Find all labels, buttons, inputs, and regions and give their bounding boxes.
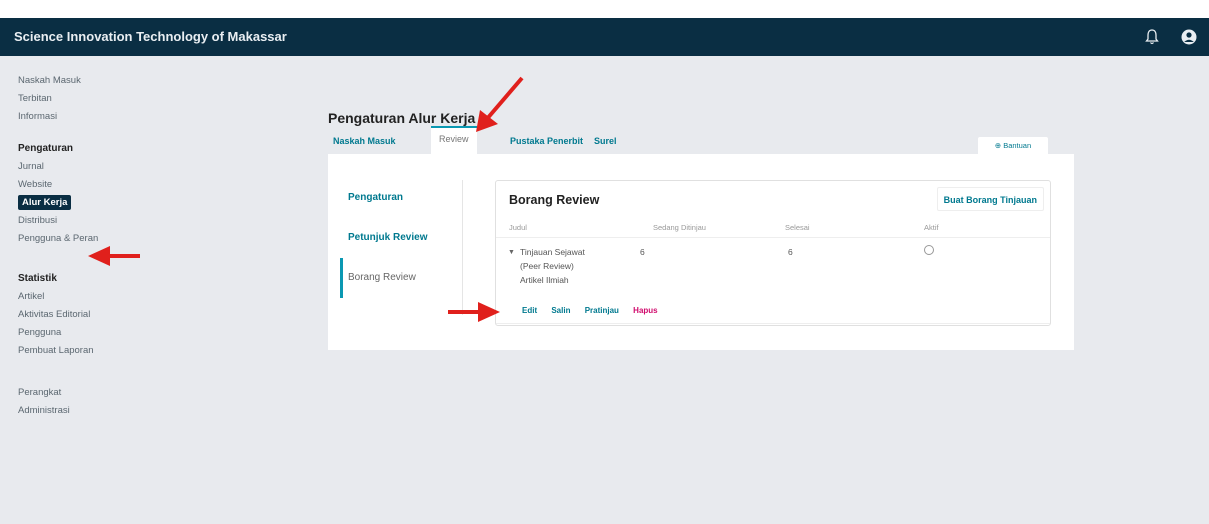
row-completed-count: 6 <box>788 247 793 257</box>
column-header-completed: Selesai <box>785 223 810 232</box>
expand-caret-icon[interactable]: ▼ <box>508 249 515 256</box>
top-bar: Science Innovation Technology of Makassa… <box>0 18 1209 56</box>
sidebar-item-informasi[interactable]: Informasi <box>0 108 150 126</box>
copy-button[interactable]: Salin <box>551 306 570 315</box>
top-strip <box>0 0 1209 18</box>
edit-button[interactable]: Edit <box>522 306 537 315</box>
sidebar: Naskah Masuk Terbitan Informasi Pengatur… <box>0 56 150 524</box>
active-toggle[interactable] <box>924 245 934 255</box>
header-divider <box>496 237 1050 238</box>
sidebar-item-pembuat-laporan[interactable]: Pembuat Laporan <box>0 342 150 360</box>
sidebar-item-pengguna[interactable]: Pengguna <box>0 324 150 342</box>
subnav-divider <box>462 180 463 315</box>
sidebar-item-perangkat[interactable]: Perangkat <box>0 384 150 402</box>
delete-button[interactable]: Hapus <box>633 306 657 315</box>
sidebar-item-administrasi[interactable]: Administrasi <box>0 402 150 420</box>
sidebar-heading-settings[interactable]: Pengaturan <box>0 140 150 158</box>
sidebar-item-jurnal[interactable]: Jurnal <box>0 158 150 176</box>
subnav-pengaturan[interactable]: Pengaturan <box>340 178 462 218</box>
column-header-title: Judul <box>509 223 527 232</box>
column-header-in-review: Sedang Ditinjau <box>653 223 706 232</box>
sidebar-item-terbitan[interactable]: Terbitan <box>0 90 150 108</box>
annotation-arrow-icon <box>88 246 140 266</box>
annotation-arrow-icon <box>448 302 500 322</box>
subnav-borang-review[interactable]: Borang Review <box>340 258 462 298</box>
sidebar-heading-stats[interactable]: Statistik <box>0 270 150 288</box>
sidebar-item-label: Alur Kerja <box>18 195 72 210</box>
row-actions: Edit Salin Pratinjau Hapus <box>522 306 670 315</box>
bell-icon[interactable] <box>1142 27 1162 47</box>
sidebar-item-aktivitas-editorial[interactable]: Aktivitas Editorial <box>0 306 150 324</box>
create-review-form-button[interactable]: Buat Borang Tinjauan <box>936 187 1044 211</box>
annotation-arrow-icon <box>476 76 524 132</box>
site-title[interactable]: Science Innovation Technology of Makassa… <box>14 29 287 44</box>
user-avatar-icon[interactable] <box>1179 27 1199 47</box>
preview-button[interactable]: Pratinjau <box>585 306 619 315</box>
review-forms-card: Borang Review Buat Borang Tinjauan Judul… <box>495 180 1051 326</box>
row-divider <box>496 323 1050 324</box>
card-title: Borang Review <box>509 193 600 207</box>
row-in-review-count: 6 <box>640 247 645 257</box>
page-title: Pengaturan Alur Kerja <box>328 110 476 126</box>
table-row-title: Tinjauan Sejawat (Peer Review) Artikel I… <box>520 245 585 287</box>
tab-naskah-masuk[interactable]: Naskah Masuk <box>333 128 396 154</box>
sidebar-item-alur-kerja[interactable]: Alur Kerja <box>0 194 150 212</box>
sidebar-item-website[interactable]: Website <box>0 176 150 194</box>
tab-surel[interactable]: Surel <box>594 128 617 154</box>
sidebar-item-distribusi[interactable]: Distribusi <box>0 212 150 230</box>
row-title-line: (Peer Review) <box>520 261 574 271</box>
row-title-line: Artikel Ilmiah <box>520 275 569 285</box>
column-header-active: Aktif <box>924 223 939 232</box>
help-button[interactable]: ⊕ Bantuan <box>978 137 1048 155</box>
review-subnav: Pengaturan Petunjuk Review Borang Review <box>340 178 462 298</box>
row-title-line: Tinjauan Sejawat <box>520 247 585 257</box>
sidebar-item-naskah-masuk[interactable]: Naskah Masuk <box>0 72 150 90</box>
sidebar-item-artikel[interactable]: Artikel <box>0 288 150 306</box>
subnav-petunjuk-review[interactable]: Petunjuk Review <box>340 218 462 258</box>
